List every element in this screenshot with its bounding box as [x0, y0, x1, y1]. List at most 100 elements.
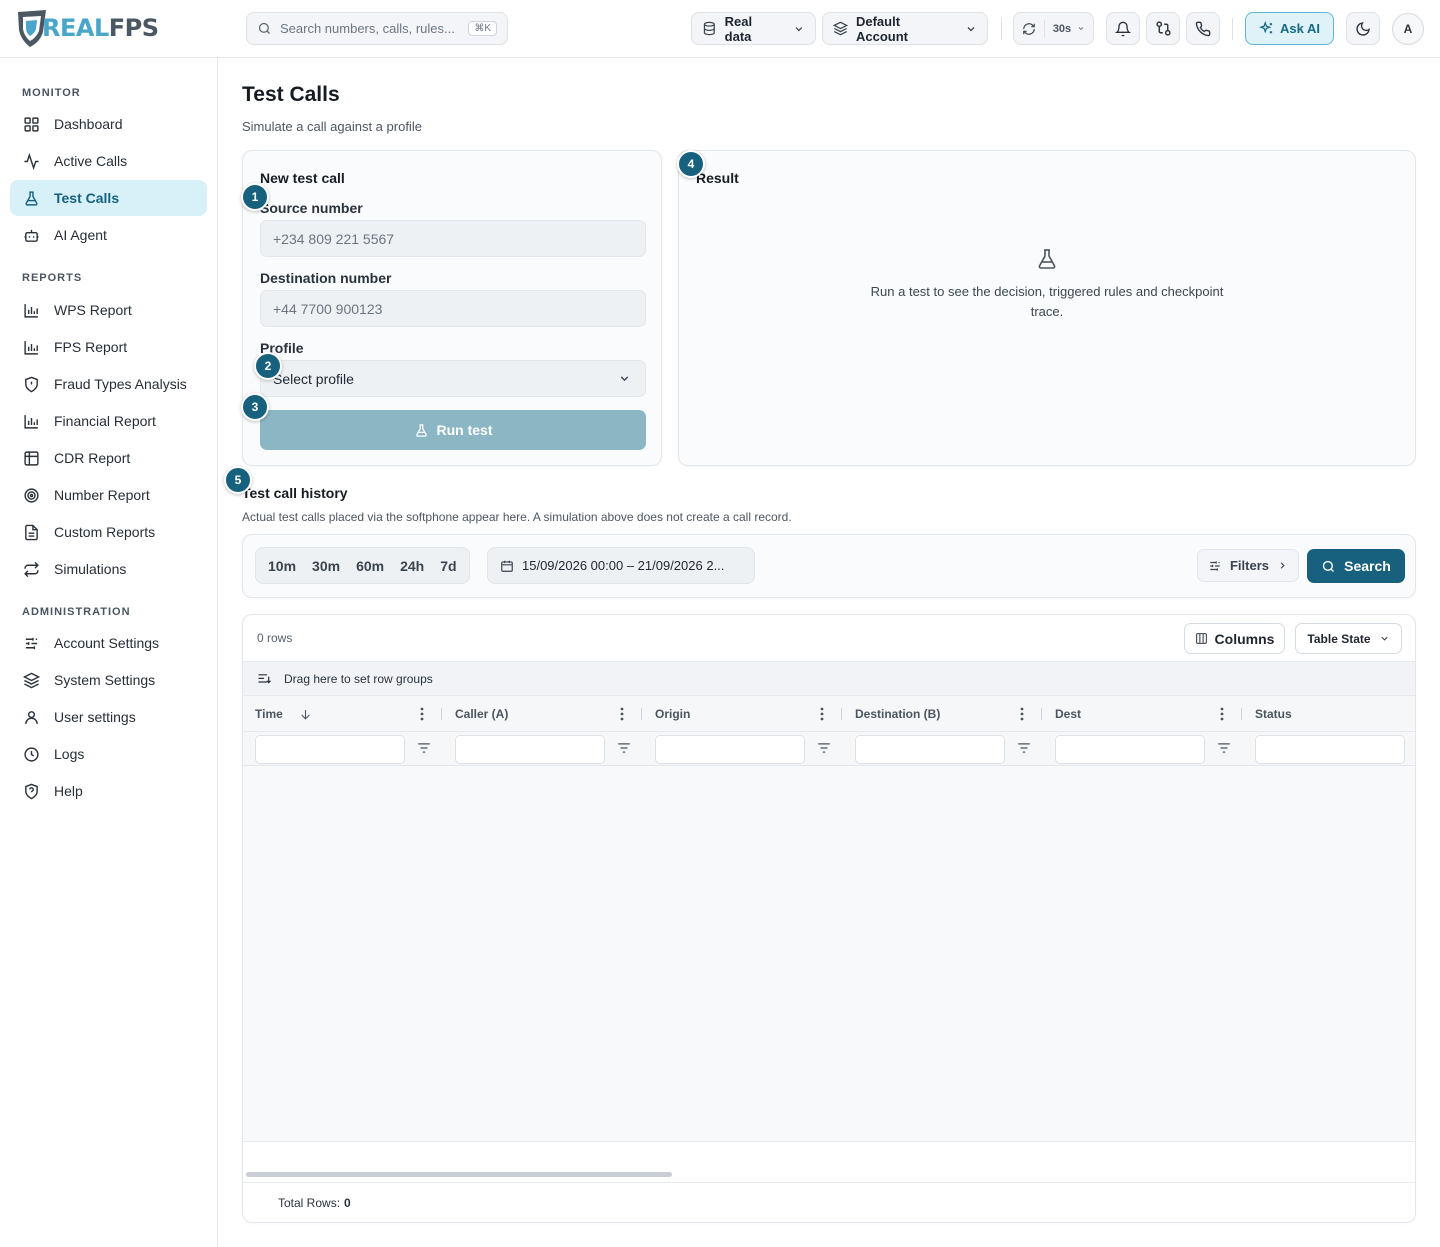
sidebar-section-administration: ADMINISTRATION: [22, 606, 131, 618]
range-30m-button[interactable]: 30m: [304, 548, 348, 583]
profile-select[interactable]: Select profile: [260, 360, 646, 397]
column-header-caller[interactable]: Caller (A): [455, 696, 508, 732]
refresh-control[interactable]: 30s: [1013, 12, 1094, 45]
range-7d-button[interactable]: 7d: [432, 548, 464, 583]
bot-icon: [24, 229, 39, 242]
sidebar-item-custom-reports[interactable]: Custom Reports: [10, 514, 207, 550]
filter-icon[interactable]: [417, 742, 431, 754]
column-menu-icon[interactable]: [620, 707, 624, 721]
softphone-button[interactable]: [1186, 12, 1220, 45]
column-resizer[interactable]: [1241, 708, 1242, 720]
pull-requests-button[interactable]: [1146, 12, 1180, 45]
filter-input-origin[interactable]: [655, 735, 805, 764]
column-menu-icon[interactable]: [1020, 707, 1024, 721]
user-icon: [25, 710, 38, 724]
filter-input-destination[interactable]: [855, 735, 1005, 764]
sidebar-item-label: AI Agent: [54, 227, 107, 243]
row-group-drop-zone[interactable]: Drag here to set row groups: [243, 661, 1415, 695]
range-24h-button[interactable]: 24h: [392, 548, 432, 583]
sidebar-item-fps-report[interactable]: FPS Report: [10, 329, 207, 365]
bar-chart-icon: [24, 303, 38, 318]
flask-icon: [1038, 249, 1056, 269]
date-range-picker[interactable]: 15/09/2026 00:00 – 21/09/2026 2...: [487, 547, 755, 584]
sidebar-item-cdr-report[interactable]: CDR Report: [10, 440, 207, 476]
chevron-down-icon: [1078, 27, 1084, 31]
filter-icon[interactable]: [817, 742, 831, 754]
global-search[interactable]: Search numbers, calls, rules... ⌘K: [246, 12, 508, 45]
sidebar-item-user-settings[interactable]: User settings: [10, 699, 207, 735]
column-menu-icon[interactable]: [420, 707, 424, 721]
search-button[interactable]: Search: [1307, 549, 1405, 583]
column-header-dest[interactable]: Dest: [1055, 696, 1081, 732]
search-input[interactable]: Search numbers, calls, rules...: [280, 21, 468, 36]
column-header-status[interactable]: Status: [1255, 696, 1292, 732]
sidebar-item-simulations[interactable]: Simulations: [10, 551, 207, 587]
sidebar-item-label: Dashboard: [54, 116, 123, 132]
sidebar-item-system-settings[interactable]: System Settings: [10, 662, 207, 698]
sidebar-item-help[interactable]: Help: [10, 773, 207, 809]
sidebar-item-financial-report[interactable]: Financial Report: [10, 403, 207, 439]
filter-icon[interactable]: [1017, 742, 1031, 754]
sidebar-item-label: Active Calls: [54, 153, 128, 169]
grid-body: [243, 766, 1415, 1142]
avatar[interactable]: A: [1392, 13, 1424, 45]
sidebar-item-test-calls[interactable]: Test Calls: [10, 180, 207, 216]
column-header-origin[interactable]: Origin: [655, 696, 690, 732]
columns-button[interactable]: Columns: [1184, 623, 1285, 654]
refresh-icon[interactable]: [1022, 21, 1036, 37]
filter-icon[interactable]: [1217, 742, 1231, 754]
sidebar-item-logs[interactable]: Logs: [10, 736, 207, 772]
topbar-divider: [1001, 18, 1002, 40]
filter-icon[interactable]: [617, 742, 631, 754]
column-header-time[interactable]: Time: [255, 696, 312, 732]
filter-input-time[interactable]: [255, 735, 405, 764]
sidebar-item-label: Logs: [54, 746, 85, 762]
sidebar-item-ai-agent[interactable]: AI Agent: [10, 217, 207, 253]
page-subtitle: Simulate a call against a profile: [242, 119, 422, 134]
destination-number-field[interactable]: +44 7700 900123: [260, 290, 646, 327]
filters-button[interactable]: Filters: [1197, 549, 1299, 582]
new-test-call-title: New test call: [260, 170, 345, 186]
phone-icon: [1195, 21, 1211, 36]
table-state-button[interactable]: Table State: [1295, 623, 1402, 654]
sidebar-item-dashboard[interactable]: Dashboard: [10, 106, 207, 142]
range-60m-button[interactable]: 60m: [348, 548, 392, 583]
sort-desc-icon[interactable]: [299, 708, 312, 721]
run-test-button[interactable]: Run test: [260, 410, 646, 450]
column-resizer[interactable]: [841, 708, 842, 720]
page-title: Test Calls: [242, 83, 340, 106]
column-menu-icon[interactable]: [820, 707, 824, 721]
column-resizer[interactable]: [1041, 708, 1042, 720]
filter-input-caller[interactable]: [455, 735, 605, 764]
sidebar-item-active-calls[interactable]: Active Calls: [10, 143, 207, 179]
sidebar-item-label: WPS Report: [54, 302, 132, 318]
chevron-right-icon: [1280, 562, 1285, 569]
sidebar-item-wps-report[interactable]: WPS Report: [10, 292, 207, 328]
theme-toggle[interactable]: [1346, 12, 1380, 45]
brand-logo[interactable]: REALFPS: [16, 8, 159, 48]
bar-chart-icon: [24, 414, 38, 429]
notifications-button[interactable]: [1106, 12, 1140, 45]
column-menu-icon[interactable]: [1220, 707, 1224, 721]
filter-input-dest[interactable]: [1055, 735, 1205, 764]
sparkles-icon: [1259, 21, 1273, 34]
filter-input-status[interactable]: [1255, 735, 1405, 764]
source-number-field[interactable]: +234 809 221 5567: [260, 220, 646, 257]
horizontal-scrollbar[interactable]: [246, 1172, 672, 1177]
chevron-down-icon: [967, 26, 975, 31]
ask-ai-button[interactable]: Ask AI: [1245, 12, 1334, 45]
sliders-icon: [25, 637, 38, 649]
refresh-interval[interactable]: 30s: [1053, 23, 1071, 35]
column-resizer[interactable]: [641, 708, 642, 720]
sidebar-item-account-settings[interactable]: Account Settings: [10, 625, 207, 661]
column-resizer[interactable]: [441, 708, 442, 720]
sidebar: MONITOR Dashboard Active Calls Test Call…: [0, 58, 218, 1247]
file-icon: [25, 524, 38, 540]
columns-icon: [1195, 633, 1207, 644]
data-source-select[interactable]: Real data: [691, 12, 816, 45]
sidebar-item-number-report[interactable]: Number Report: [10, 477, 207, 513]
sidebar-item-fraud-types-analysis[interactable]: Fraud Types Analysis: [10, 366, 207, 402]
column-header-destination[interactable]: Destination (B): [855, 696, 940, 732]
account-select[interactable]: Default Account: [822, 12, 988, 45]
range-10m-button[interactable]: 10m: [260, 548, 304, 583]
